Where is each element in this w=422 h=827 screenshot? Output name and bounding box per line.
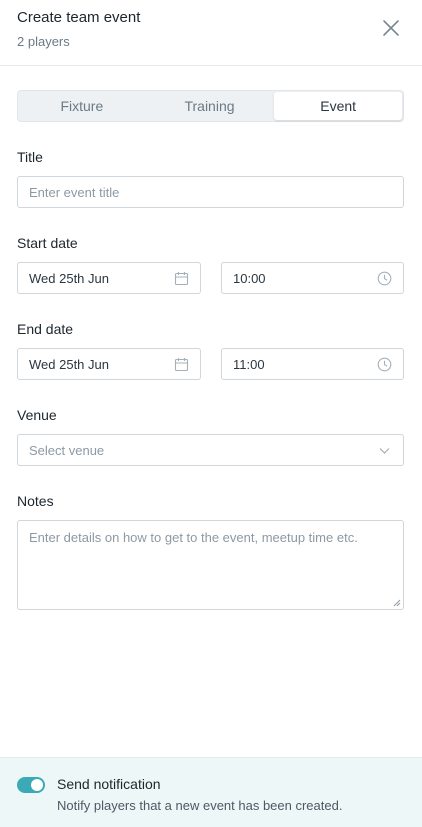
calendar-icon <box>174 272 189 286</box>
venue-placeholder: Select venue <box>29 442 105 458</box>
start-time-value: 10:00 <box>233 270 266 286</box>
start-date-input[interactable]: Wed 25th Jun <box>17 262 201 294</box>
notification-description: Notify players that a new event has been… <box>57 798 343 813</box>
notes-textarea[interactable]: Enter details on how to get to the event… <box>17 520 404 610</box>
start-date-label: Start date <box>17 235 78 251</box>
end-date-input[interactable]: Wed 25th Jun <box>17 348 201 380</box>
tab-fixture[interactable]: Fixture <box>18 91 146 121</box>
title-input[interactable]: Enter event title <box>17 176 404 208</box>
chevron-down-icon <box>379 448 390 454</box>
modal-title: Create team event <box>17 9 141 26</box>
toggle-knob <box>31 779 43 791</box>
venue-select[interactable]: Select venue <box>17 434 404 466</box>
modal-subtitle: 2 players <box>17 34 70 49</box>
modal-header: Create team event 2 players <box>0 0 422 66</box>
notes-placeholder: Enter details on how to get to the event… <box>29 530 358 545</box>
end-date-value: Wed 25th Jun <box>29 356 109 372</box>
tab-event[interactable]: Event <box>274 92 403 120</box>
tab-training[interactable]: Training <box>146 91 274 121</box>
clock-icon <box>377 271 392 286</box>
calendar-icon <box>174 358 189 372</box>
title-label: Title <box>17 149 43 165</box>
notification-title: Send notification <box>57 776 161 792</box>
notification-footer: Send notification Notify players that a … <box>0 757 422 827</box>
event-type-tabs: Fixture Training Event <box>17 90 404 122</box>
notes-label: Notes <box>17 493 54 509</box>
end-date-label: End date <box>17 321 74 337</box>
venue-label: Venue <box>17 407 57 423</box>
start-date-value: Wed 25th Jun <box>29 270 109 286</box>
resize-handle-icon[interactable] <box>393 599 401 607</box>
start-time-input[interactable]: 10:00 <box>221 262 404 294</box>
end-time-input[interactable]: 11:00 <box>221 348 404 380</box>
clock-icon <box>377 357 392 372</box>
end-time-value: 11:00 <box>233 356 265 372</box>
title-placeholder: Enter event title <box>29 184 120 200</box>
close-icon[interactable] <box>381 18 401 38</box>
send-notification-toggle[interactable] <box>17 777 45 793</box>
